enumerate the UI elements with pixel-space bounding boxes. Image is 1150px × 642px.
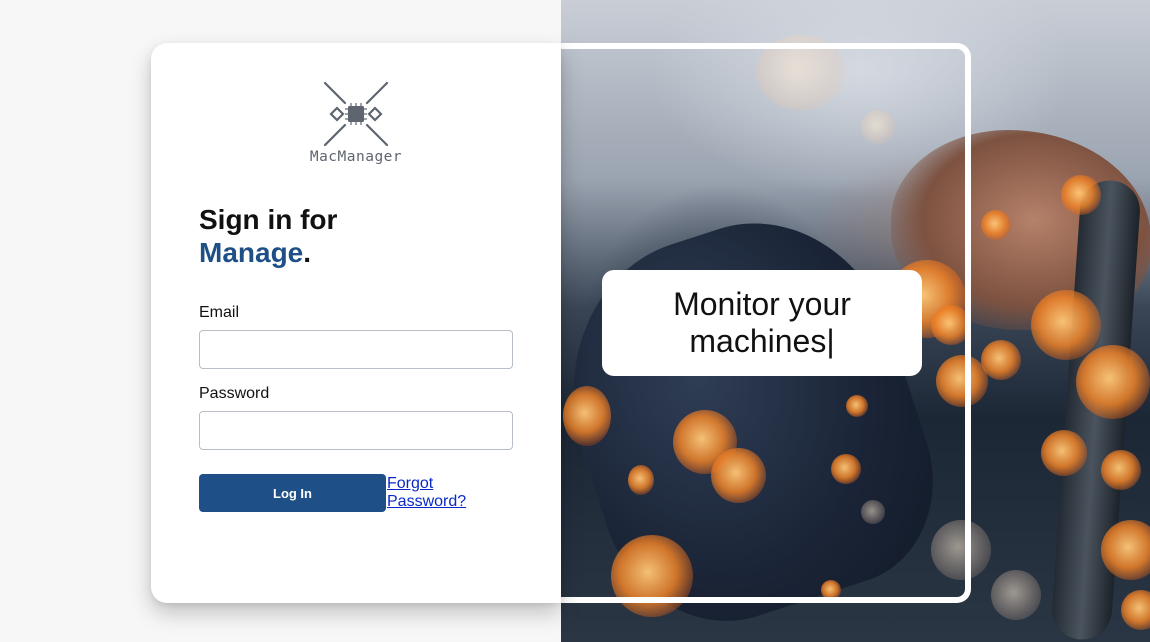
spark-bokeh [981, 210, 1011, 240]
spark-bokeh [1101, 450, 1141, 490]
tagline-box: Monitor your machines| [602, 270, 922, 376]
spark-bokeh [1061, 175, 1101, 215]
chip-cross-logo-icon [323, 81, 389, 147]
page-title: Sign in for Manage. [199, 203, 337, 269]
password-field[interactable] [199, 411, 513, 450]
forgot-password-link[interactable]: Forgot Password? [387, 475, 487, 511]
tagline-text: Monitor your machines| [673, 286, 851, 359]
email-field[interactable] [199, 330, 513, 369]
login-button[interactable]: Log In [199, 474, 386, 512]
spark-bokeh [1076, 345, 1150, 419]
brand-name: MacManager [309, 149, 403, 165]
email-label: Email [199, 304, 240, 321]
title-line1: Sign in for [199, 204, 338, 235]
spark-bokeh [1121, 590, 1150, 630]
spark-bokeh [981, 340, 1021, 380]
brand-logo: MacManager [300, 77, 412, 172]
login-card: MacManager Sign in for Manage. Email Pas… [151, 43, 561, 603]
password-label: Password [199, 385, 270, 402]
spark-bokeh [1031, 290, 1101, 360]
spark-bokeh [991, 570, 1041, 620]
title-punctuation: . [303, 237, 312, 268]
title-accent: Manage [199, 237, 304, 268]
spark-bokeh [1041, 430, 1087, 476]
